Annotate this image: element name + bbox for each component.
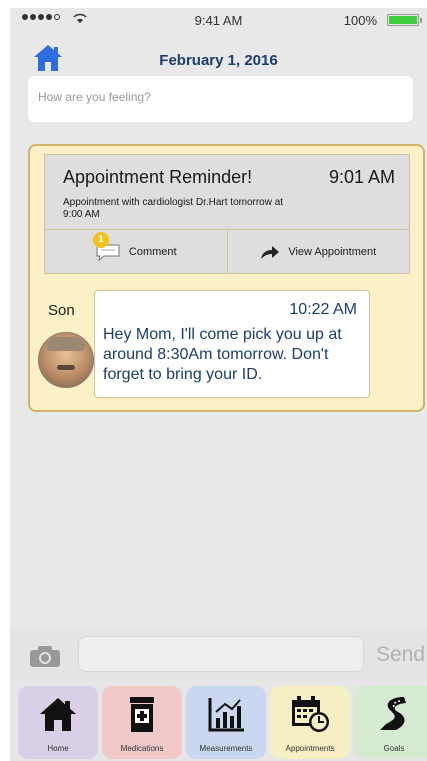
status-bar: 9:41 AM 100% [10,8,427,32]
comment-count-badge: 1 [93,232,109,248]
tab-goals[interactable]: Goals [354,686,427,759]
phone-screen: 9:41 AM 100% February 1, 2016 How are yo… [10,8,427,761]
tab-label: Measurements [199,744,253,753]
chart-icon [208,698,244,732]
reminder-title: Appointment Reminder! [63,167,253,187]
battery-percentage: 100% [343,13,377,28]
tab-label: Goals [383,744,405,753]
tab-appointments[interactable]: Appointments [270,686,350,759]
view-appointment-label: View Appointment [288,245,377,258]
message-composer: Send [10,628,427,682]
page-date: February 1, 2016 [159,52,278,69]
tab-home[interactable]: Home [18,686,98,759]
home-icon [40,698,76,731]
sender-name: Son [48,302,75,319]
reminder-actions: 1 Comment View Appointment [44,230,410,274]
reminder-body: Appointment with cardiologist Dr.Hart to… [63,197,284,220]
appointment-card: Appointment Reminder! 9:01 AM Appointmen… [28,144,425,412]
tab-medications[interactable]: Medications [102,686,182,759]
message-bubble: 10:22 AM Hey Mom, I'll come pick you up … [94,290,370,398]
feeling-input[interactable]: How are you feeling? [28,76,413,122]
share-arrow-icon [261,245,280,259]
message-time: 10:22 AM [289,301,357,318]
tab-label: Medications [120,744,164,753]
road-icon [380,697,406,730]
battery-icon [387,14,422,26]
tab-label: Appointments [285,744,335,753]
camera-icon[interactable] [28,644,62,668]
appointment-reminder[interactable]: Appointment Reminder! 9:01 AM Appointmen… [44,154,410,230]
tab-measurements[interactable]: Measurements [186,686,266,759]
avatar[interactable] [38,332,94,388]
reminder-time: 9:01 AM [328,167,395,187]
message-input[interactable] [78,636,364,672]
send-button[interactable]: Send [376,643,425,667]
message-text: Hey Mom, I'll come pick you up at around… [103,326,342,383]
calendar-clock-icon [292,696,329,732]
comment-label: Comment [128,245,177,258]
medication-icon [130,697,154,732]
view-appointment-button[interactable]: View Appointment [226,230,410,273]
tab-label: Home [47,744,69,753]
tab-bar: Home Medications Measurements Appointmen… [10,684,427,761]
comment-button[interactable]: 1 Comment [45,230,227,273]
